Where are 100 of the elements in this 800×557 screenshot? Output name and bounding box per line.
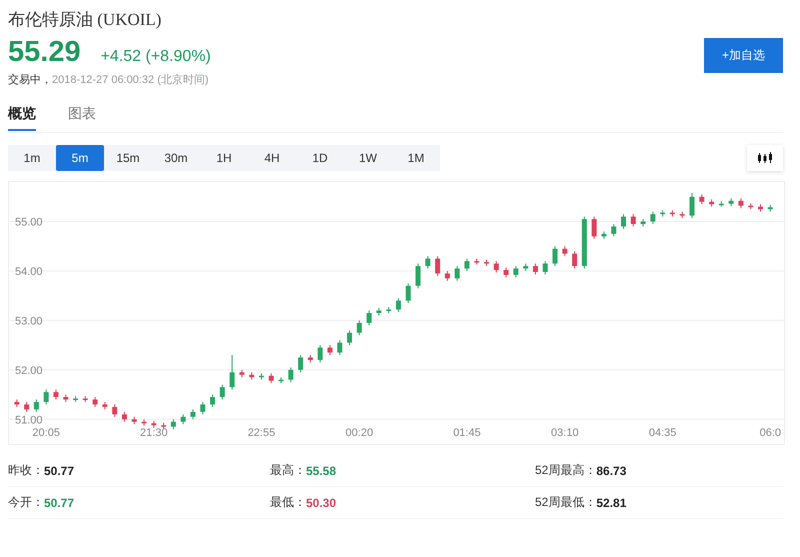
candlestick <box>523 264 528 271</box>
stat-label: 今开： <box>8 494 44 511</box>
y-axis-label: 52.00 <box>15 364 43 377</box>
candlestick <box>738 198 744 208</box>
stat-value: 50.30 <box>306 496 336 510</box>
candlestick <box>444 270 450 281</box>
candlestick <box>298 355 304 372</box>
candlestick <box>386 307 392 313</box>
instrument-title: 布伦特原油 (UKOIL) <box>8 9 162 31</box>
candlestick <box>670 210 675 217</box>
stat-value: 50.77 <box>44 496 74 510</box>
candlestick <box>504 268 509 278</box>
candlestick <box>258 373 264 380</box>
candlestick <box>572 251 578 268</box>
last-price: 55.29 <box>8 36 81 69</box>
candlestick <box>161 422 166 430</box>
interval-button[interactable]: 1m <box>8 145 56 171</box>
candlestick <box>532 264 538 274</box>
candlestick <box>709 199 714 207</box>
candlestick <box>513 266 518 278</box>
stat-label: 52周最高： <box>535 462 596 479</box>
candlestick <box>170 419 176 430</box>
candlestick <box>406 283 411 304</box>
trading-status: 交易中， <box>8 74 52 86</box>
interval-button[interactable]: 30m <box>152 145 200 171</box>
candlestick <box>552 246 558 266</box>
candlestick <box>396 298 401 312</box>
candlestick <box>494 261 499 272</box>
candlestick <box>748 203 754 210</box>
candlestick <box>592 216 597 239</box>
y-axis-label: 54.00 <box>15 266 43 278</box>
stat-value: 55.58 <box>306 464 336 478</box>
quote-time: 2018-12-27 06:00:32 (北京时间) <box>52 74 209 86</box>
candlestick <box>327 345 332 356</box>
candlestick <box>82 396 88 402</box>
interval-button[interactable]: 15m <box>104 145 152 171</box>
candlestick <box>24 402 30 412</box>
interval-button[interactable]: 1H <box>200 145 248 171</box>
candlestick <box>660 210 666 217</box>
candlestick-chart-button[interactable] <box>747 145 783 171</box>
candlestick <box>376 308 382 316</box>
x-axis-label: 04:35 <box>648 427 676 439</box>
price-change: +4.52 (+8.90%) <box>100 48 211 66</box>
stat-value: 86.73 <box>596 464 626 478</box>
x-axis-label: 06:0 <box>760 427 781 439</box>
interval-button[interactable]: 1W <box>344 145 392 171</box>
candlestick <box>318 345 323 362</box>
candlestick <box>63 394 68 402</box>
candlestick <box>601 231 606 239</box>
x-axis-label: 20:05 <box>32 427 60 439</box>
candlestick <box>425 256 430 268</box>
stat-label: 昨收： <box>8 462 44 479</box>
candlestick <box>728 198 734 206</box>
y-axis-label: 55.00 <box>15 216 43 229</box>
candlestick <box>347 330 352 346</box>
candlestick <box>180 414 186 424</box>
candlestick <box>337 340 342 356</box>
candlestick <box>220 384 225 400</box>
candlestick <box>464 258 470 271</box>
candlestick <box>690 192 695 218</box>
candlestick <box>680 212 685 218</box>
candlestick <box>650 212 656 224</box>
interval-button[interactable]: 1D <box>296 145 344 171</box>
candlestick <box>416 264 421 288</box>
y-axis-label: 51.00 <box>15 414 43 426</box>
candlestick <box>621 214 626 229</box>
y-axis-label: 53.00 <box>15 315 43 328</box>
tab[interactable]: 概览 <box>8 101 36 131</box>
candlestick <box>356 320 362 336</box>
candlestick <box>718 201 724 207</box>
x-axis-label: 21:30 <box>140 427 168 439</box>
candlestick <box>582 216 587 268</box>
candlestick <box>122 412 127 422</box>
candlestick <box>142 419 147 426</box>
candlestick <box>268 373 274 384</box>
interval-button[interactable]: 4H <box>248 145 296 171</box>
candlestick <box>640 219 646 226</box>
candlestick <box>210 394 216 407</box>
candlestick <box>768 204 773 212</box>
candlestick <box>435 256 440 276</box>
x-axis-label: 01:45 <box>453 427 481 439</box>
candlestick <box>239 370 244 378</box>
candlestick <box>308 355 313 362</box>
x-axis-label: 03:10 <box>551 427 579 439</box>
candlestick <box>630 214 636 226</box>
candlestick <box>249 372 254 380</box>
candlestick-icon <box>757 152 773 164</box>
candlestick <box>278 377 284 384</box>
candlestick <box>562 246 568 256</box>
candlestick <box>44 390 49 404</box>
tab[interactable]: 图表 <box>68 101 96 129</box>
add-watchlist-button[interactable]: +加自选 <box>704 38 783 73</box>
candlestick <box>14 400 20 407</box>
candlestick <box>102 402 108 410</box>
candlestick <box>132 416 137 424</box>
interval-button[interactable]: 5m <box>56 145 104 171</box>
interval-button[interactable]: 1M <box>392 145 440 171</box>
candlestick <box>230 355 235 390</box>
candlestick <box>699 194 704 204</box>
stat-label: 最高： <box>270 462 306 479</box>
